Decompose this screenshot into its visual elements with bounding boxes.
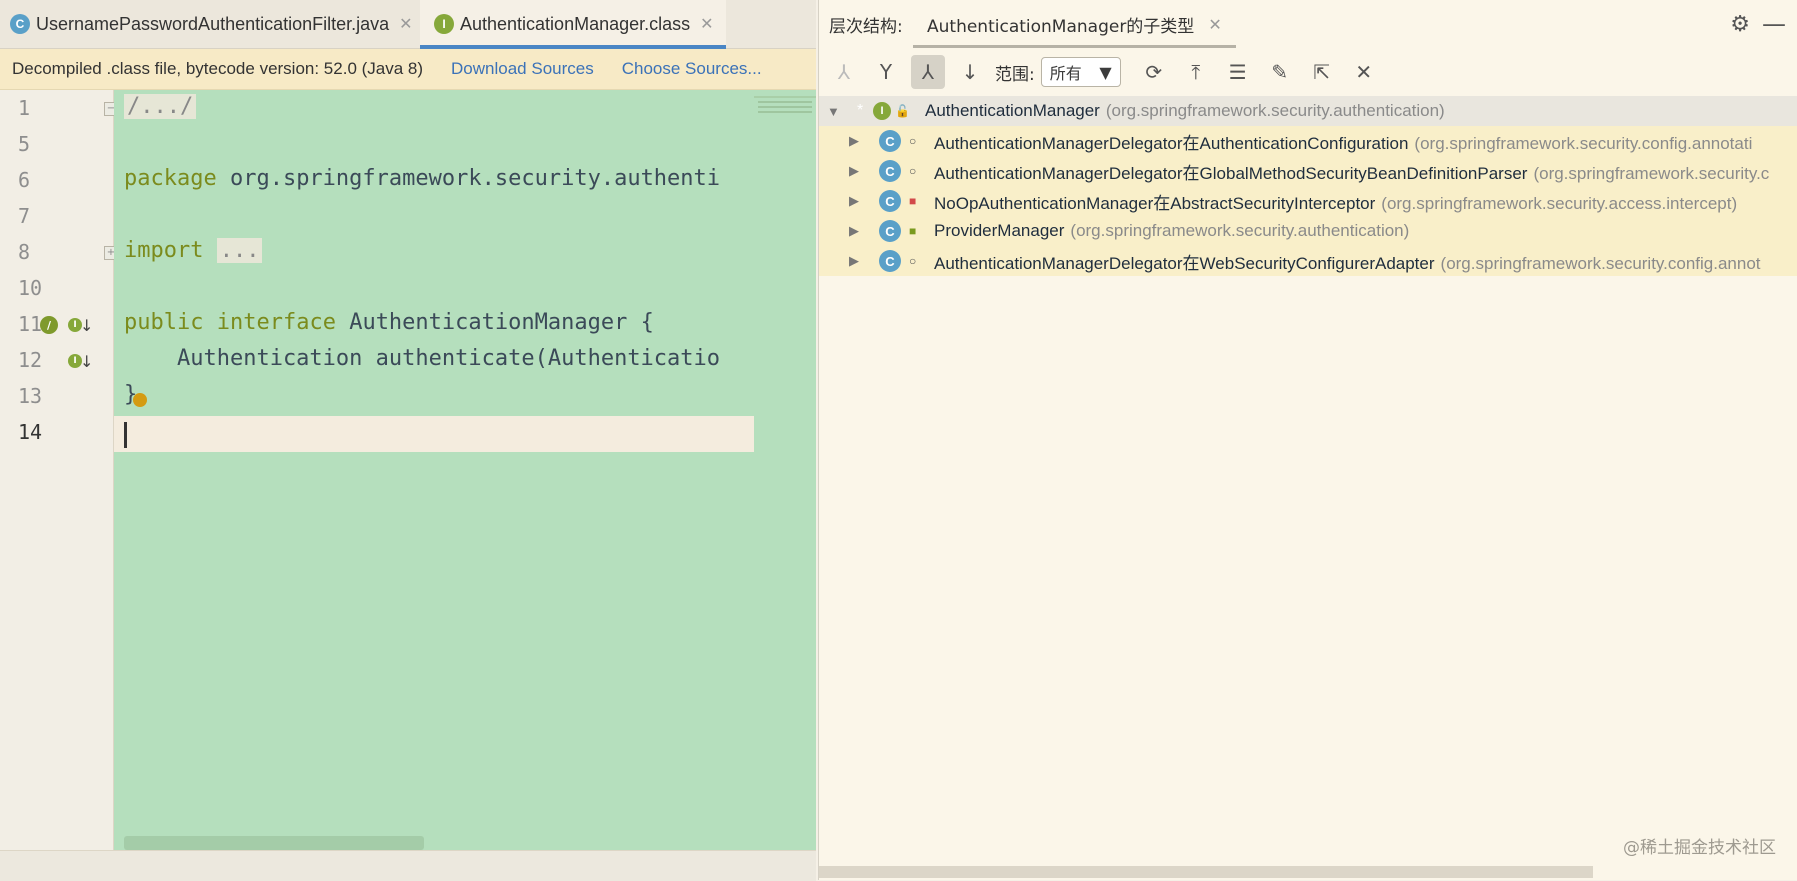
close-icon[interactable]: ✕ bbox=[700, 14, 713, 34]
hierarchy-toolbar: ⅄ Y ⅄ ↓ 范围: 所有 ▼ ⟳ ⤒ ☰ ✎ ⇱ ✕ bbox=[819, 50, 1797, 94]
tree-node[interactable]: ▶ C ■ ProviderManager (org.springframewor… bbox=[819, 216, 1797, 246]
editor-pane: C UsernamePasswordAuthenticationFilter.j… bbox=[0, 0, 816, 881]
line-number: 7 bbox=[18, 204, 31, 228]
expand-arrow-icon[interactable]: ▶ bbox=[849, 163, 859, 179]
tab-label: AuthenticationManager.class bbox=[460, 13, 691, 34]
code-line-1: /.../ bbox=[124, 94, 197, 119]
asterisk-icon: * bbox=[857, 102, 864, 119]
gear-icon[interactable]: ⚙ bbox=[1730, 12, 1750, 37]
interface-icon: I bbox=[434, 14, 454, 34]
code-line-6: package org.springframework.security.aut… bbox=[124, 166, 721, 191]
line-number: 8 bbox=[18, 240, 31, 264]
banner-message: Decompiled .class file, bytecode version… bbox=[12, 59, 424, 78]
tree-node-label: AuthenticationManager (org.springframewor… bbox=[925, 101, 1445, 120]
tree-node[interactable]: ▶ C ■ NoOpAuthenticationManager在Abstract… bbox=[819, 186, 1797, 216]
sort-alpha-icon[interactable]: ↓ bbox=[953, 55, 987, 89]
line-number: 1 bbox=[18, 96, 31, 120]
tree-node[interactable]: ▶ C ○ AuthenticationManagerDelegator在Aut… bbox=[819, 126, 1797, 156]
spring-bean-icon[interactable]: / bbox=[40, 316, 58, 334]
interface-icon: I bbox=[873, 102, 891, 120]
horizontal-scrollbar[interactable] bbox=[124, 836, 424, 850]
download-sources-link[interactable]: Download Sources bbox=[451, 59, 594, 79]
class-icon: C bbox=[879, 220, 901, 242]
hierarchy-header: 层次结构: AuthenticationManager的子类型 ✕ ⚙ — bbox=[819, 0, 1797, 48]
chevron-down-icon: ▼ bbox=[1099, 62, 1112, 82]
tree-node-root[interactable]: ▼ * I 🔓 AuthenticationManager (org.spring… bbox=[819, 96, 1797, 126]
close-icon[interactable]: ✕ bbox=[1347, 55, 1381, 89]
open-external-icon[interactable]: ⇱ bbox=[1305, 55, 1339, 89]
scope-select[interactable]: 所有 ▼ bbox=[1040, 57, 1121, 87]
tab-subtypes[interactable]: AuthenticationManager的子类型 ✕ bbox=[913, 0, 1236, 48]
subtypes-icon[interactable]: ⅄ bbox=[911, 55, 945, 89]
line-number: 10 bbox=[18, 276, 43, 300]
tree-node-label: NoOpAuthenticationManager在AbstractSecuri… bbox=[934, 193, 1738, 213]
tree-node-label: AuthenticationManagerDelegator在Authentic… bbox=[934, 133, 1753, 153]
refresh-icon[interactable]: ⟳ bbox=[1137, 55, 1171, 89]
line-gutter: 1 5 6 7 8 10 11 12 13 14 − + / I ↓ I ↓ bbox=[0, 90, 118, 850]
class-icon: C bbox=[879, 130, 901, 152]
expand-all-icon[interactable]: ☰ bbox=[1221, 55, 1255, 89]
tab-username-password-filter[interactable]: C UsernamePasswordAuthenticationFilter.j… bbox=[10, 0, 413, 48]
tree-node[interactable]: ▶ C ○ AuthenticationManagerDelegator在Glo… bbox=[819, 156, 1797, 186]
line-number: 13 bbox=[18, 384, 43, 408]
class-icon: C bbox=[879, 160, 901, 182]
line-number: 12 bbox=[18, 348, 43, 372]
line-number: 14 bbox=[18, 420, 43, 444]
tree-node[interactable]: ▶ C ○ AuthenticationManagerDelegator在Web… bbox=[819, 246, 1797, 276]
expand-arrow-icon[interactable]: ▶ bbox=[849, 133, 859, 149]
arrow-down-icon[interactable]: ↓ bbox=[80, 316, 93, 335]
lightbulb-icon[interactable] bbox=[133, 393, 147, 407]
scope-label: 范围: bbox=[995, 64, 1035, 85]
tree-node-label: ProviderManager (org.springframework.secu… bbox=[934, 221, 1410, 240]
expand-arrow-icon[interactable]: ▶ bbox=[849, 223, 859, 239]
package-private-icon: ○ bbox=[909, 134, 917, 148]
panel-title: 层次结构: bbox=[829, 16, 903, 37]
type-hierarchy-icon[interactable]: ⅄ bbox=[827, 55, 861, 89]
lock-icon: ■ bbox=[909, 194, 917, 208]
close-icon[interactable]: ✕ bbox=[399, 14, 412, 34]
class-icon: C bbox=[879, 190, 901, 212]
tab-authentication-manager[interactable]: I AuthenticationManager.class ✕ bbox=[420, 0, 726, 49]
tab-label: AuthenticationManager的子类型 bbox=[927, 16, 1195, 37]
editor-status-strip bbox=[0, 850, 816, 881]
choose-sources-link[interactable]: Choose Sources... bbox=[622, 59, 762, 79]
tab-label: UsernamePasswordAuthenticationFilter.jav… bbox=[36, 13, 390, 34]
watermark: @稀土掘金技术社区 bbox=[1623, 838, 1776, 858]
expand-arrow-icon[interactable]: ▶ bbox=[849, 193, 859, 209]
package-private-icon: ○ bbox=[909, 254, 917, 268]
collapse-arrow-icon[interactable]: ▼ bbox=[827, 104, 840, 119]
package-private-icon: ○ bbox=[909, 164, 917, 178]
minimize-icon[interactable]: — bbox=[1762, 10, 1786, 38]
code-area[interactable]: /.../ package org.springframework.securi… bbox=[114, 90, 816, 850]
hierarchy-panel: 层次结构: AuthenticationManager的子类型 ✕ ⚙ — ⅄ … bbox=[818, 0, 1797, 880]
unlock-icon: 🔓 bbox=[895, 104, 910, 118]
class-icon: C bbox=[10, 14, 30, 34]
minimap bbox=[754, 96, 816, 122]
pin-icon[interactable]: ✎ bbox=[1263, 55, 1297, 89]
code-editor[interactable]: 1 5 6 7 8 10 11 12 13 14 − + / I ↓ I ↓ /… bbox=[0, 90, 816, 850]
editor-tab-bar: C UsernamePasswordAuthenticationFilter.j… bbox=[0, 0, 816, 49]
text-caret bbox=[124, 422, 127, 448]
code-line-8: import ... bbox=[124, 238, 263, 263]
line-number: 6 bbox=[18, 168, 31, 192]
line-number: 5 bbox=[18, 132, 31, 156]
decompiled-banner: Decompiled .class file, bytecode version… bbox=[0, 49, 816, 90]
supertypes-icon[interactable]: Y bbox=[869, 55, 903, 89]
close-icon[interactable]: ✕ bbox=[1208, 15, 1221, 34]
tree-node-label: AuthenticationManagerDelegator在WebSecuri… bbox=[934, 253, 1761, 273]
current-line-highlight bbox=[114, 416, 754, 452]
arrow-down-icon[interactable]: ↓ bbox=[80, 352, 93, 371]
horizontal-scrollbar[interactable] bbox=[819, 866, 1593, 878]
class-icon: C bbox=[879, 250, 901, 272]
code-line-12: Authentication authenticate(Authenticati… bbox=[124, 346, 721, 371]
code-line-11: public interface AuthenticationManager { bbox=[124, 310, 654, 335]
tree-node-label: AuthenticationManagerDelegator在GlobalMet… bbox=[934, 163, 1770, 183]
unlock-icon: ■ bbox=[909, 224, 917, 238]
expand-arrow-icon[interactable]: ▶ bbox=[849, 253, 859, 269]
scope-value: 所有 bbox=[1049, 64, 1082, 83]
export-icon[interactable]: ⤒ bbox=[1179, 55, 1213, 89]
